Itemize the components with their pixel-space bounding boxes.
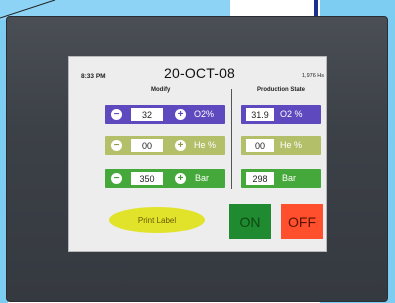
pressure-modify-unit: Bar [195, 173, 210, 183]
column-divider [231, 89, 232, 189]
o2-increase-button[interactable]: + [175, 109, 186, 120]
o2-production-value: 31.9 [246, 108, 274, 121]
he-modify-row: − 00 + He % [105, 136, 225, 155]
pressure-increase-button[interactable]: + [175, 173, 186, 184]
o2-decrease-button[interactable]: − [111, 109, 122, 120]
he-decrease-button[interactable]: − [111, 140, 122, 151]
pressure-setpoint-value[interactable]: 350 [131, 172, 163, 185]
pressure-decrease-button[interactable]: − [111, 173, 122, 184]
pressure-production-unit: Bar [282, 173, 297, 183]
o2-setpoint-value[interactable]: 32 [131, 108, 163, 121]
operating-hours: 1,976 Hs [302, 73, 325, 79]
he-production-unit: He % [280, 140, 303, 150]
o2-production-unit: O2 % [280, 109, 303, 119]
o2-modify-row: − 32 + O2% [105, 105, 225, 124]
off-button[interactable]: OFF [281, 204, 323, 239]
print-label-button[interactable]: Print Label [109, 207, 205, 233]
modify-header: Modify [151, 87, 171, 93]
pressure-production-value: 298 [246, 172, 274, 185]
production-state-header: Production State [256, 87, 305, 93]
o2-modify-unit: O2% [194, 109, 215, 119]
pressure-modify-row: − 350 + Bar [105, 169, 225, 188]
he-production-value: 00 [246, 139, 274, 152]
current-date: 20-OCT-08 [164, 65, 236, 81]
o2-production-row: 31.9 O2 % [241, 105, 321, 124]
on-button[interactable]: ON [229, 204, 271, 239]
he-production-row: 00 He % [241, 136, 321, 155]
hmi-screen: 8:33 PM 20-OCT-08 1,976 Hs Modify Produc… [68, 56, 327, 252]
pressure-production-row: 298 Bar [241, 169, 321, 188]
clock-time: 8:33 PM [81, 73, 106, 80]
he-modify-unit: He % [194, 140, 217, 150]
he-setpoint-value[interactable]: 00 [131, 139, 163, 152]
he-increase-button[interactable]: + [175, 140, 186, 151]
